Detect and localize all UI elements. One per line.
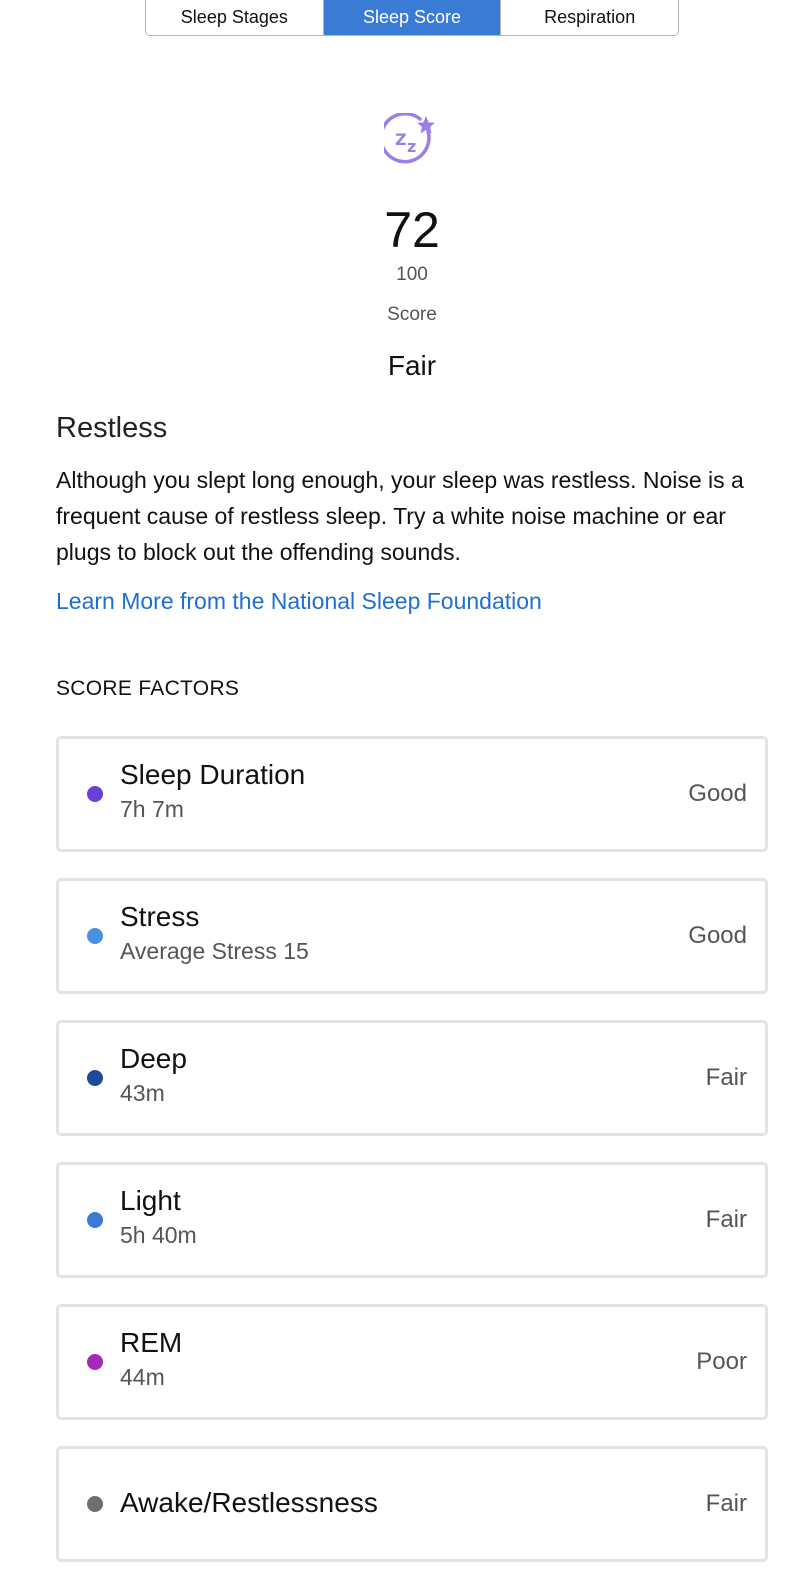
factor-card-stress[interactable]: Stress Average Stress 15 Good	[56, 878, 768, 994]
sleep-tabs: Sleep Stages Sleep Score Respiration	[145, 0, 679, 36]
factor-name: Awake/Restlessness	[120, 1487, 378, 1518]
insight-body: Although you slept long enough, your sle…	[56, 467, 744, 565]
factor-name: Light	[120, 1185, 181, 1216]
tab-sleep-stages[interactable]: Sleep Stages	[146, 0, 323, 35]
factor-card-awake-restlessness[interactable]: Awake/Restlessness Fair	[56, 1446, 768, 1562]
factor-rating: Fair	[705, 1064, 747, 1091]
factor-status-dot	[87, 928, 103, 944]
sleep-score-label: Score	[387, 304, 437, 325]
sleep-score-value: 72	[384, 202, 440, 258]
factor-rating: Good	[688, 780, 747, 807]
factor-detail: Average Stress 15	[120, 938, 309, 964]
factor-name: REM	[120, 1327, 183, 1358]
factor-detail: 43m	[120, 1080, 165, 1106]
factor-detail: 7h 7m	[120, 796, 184, 822]
sleep-score-max: 100	[396, 264, 428, 285]
factor-rating: Poor	[696, 1348, 747, 1375]
tab-respiration[interactable]: Respiration	[500, 0, 678, 35]
national-sleep-foundation-link[interactable]: Learn More from the National Sleep Found…	[56, 588, 542, 615]
score-factors-heading: SCORE FACTORS	[56, 677, 240, 700]
factor-status-dot	[87, 786, 103, 802]
svg-text:z: z	[407, 137, 416, 156]
insight-title: Restless	[56, 412, 168, 444]
factor-card-rem[interactable]: REM 44m Poor	[56, 1304, 768, 1420]
factor-rating: Good	[688, 922, 747, 949]
sleep-zz-star-icon: Z z	[379, 111, 440, 169]
factor-status-dot	[87, 1496, 103, 1512]
factor-detail: 5h 40m	[120, 1222, 197, 1248]
factor-name: Stress	[120, 901, 200, 932]
factor-rating: Fair	[705, 1490, 747, 1517]
svg-text:Z: Z	[395, 130, 407, 149]
factor-card-sleep-duration[interactable]: Sleep Duration 7h 7m Good	[56, 736, 768, 852]
tab-sleep-score[interactable]: Sleep Score	[322, 0, 501, 35]
sleep-score-quality: Fair	[387, 350, 437, 381]
factor-status-dot	[87, 1212, 103, 1228]
factor-name: Sleep Duration	[120, 759, 306, 790]
factor-card-light[interactable]: Light 5h 40m Fair	[56, 1162, 768, 1278]
factor-card-deep[interactable]: Deep 43m Fair	[56, 1020, 768, 1136]
factor-status-dot	[87, 1070, 103, 1086]
factor-detail: 44m	[120, 1364, 165, 1390]
factor-rating: Fair	[705, 1206, 747, 1233]
factor-name: Deep	[120, 1043, 187, 1074]
factor-status-dot	[87, 1354, 103, 1370]
